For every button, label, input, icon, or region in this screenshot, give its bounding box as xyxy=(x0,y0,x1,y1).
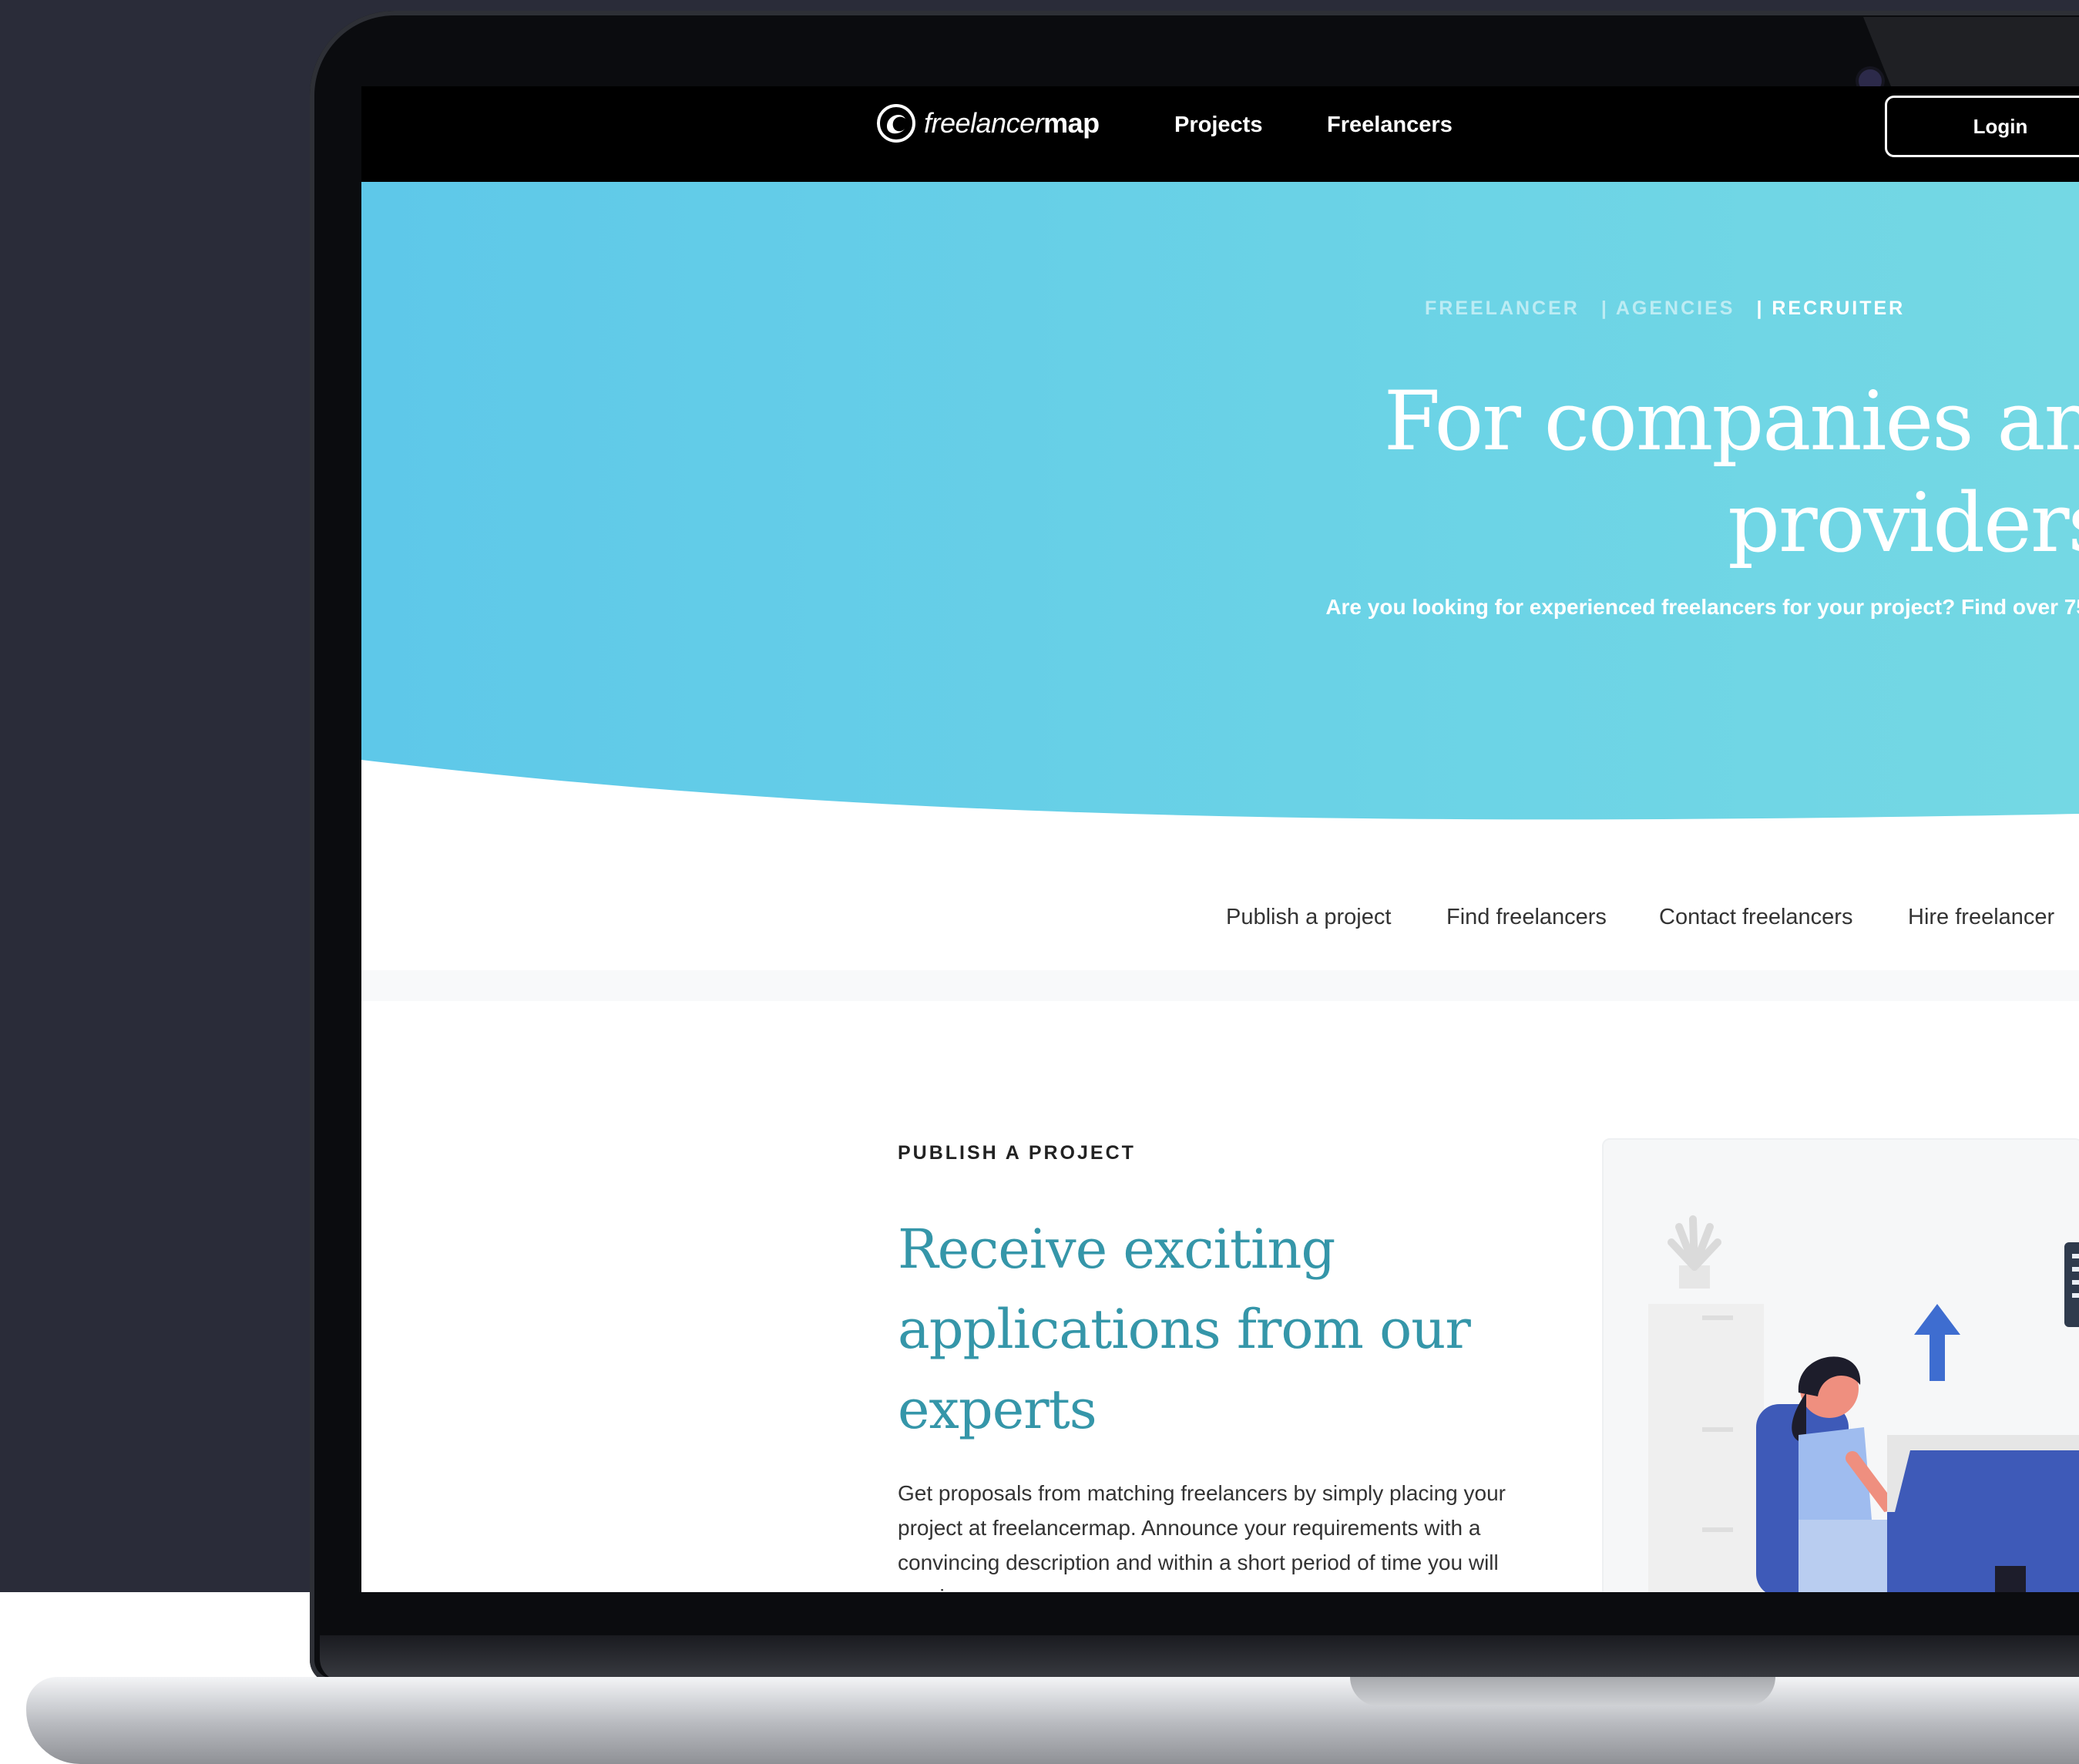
subnav-publish-project[interactable]: Publish a project xyxy=(1226,905,1391,930)
hero-title-line1: For companies and project xyxy=(1383,374,2079,469)
subnav-hire-freelancer[interactable]: Hire freelancer xyxy=(1908,905,2054,930)
hero-subtitle: Are you looking for experienced freelanc… xyxy=(1325,595,2079,619)
tab-agencies[interactable]: | AGENCIES xyxy=(1601,297,1735,319)
tab-recruiter[interactable]: | RECRUITER xyxy=(1756,297,1905,319)
hero-wave xyxy=(361,760,2079,875)
tab-freelancer[interactable]: FREELANCER xyxy=(1425,297,1580,319)
section-label: PUBLISH A PROJECT xyxy=(898,1142,1136,1164)
freelancermap-logo-icon xyxy=(877,104,915,143)
subnav-contact-freelancers[interactable]: Contact freelancers xyxy=(1659,905,1852,930)
hero-banner: FREELANCER | AGENCIES | RECRUITER For comp… xyxy=(361,182,2079,875)
brand-name-light: freelancer xyxy=(924,107,1044,139)
laptop-hinge xyxy=(320,1635,2079,1682)
hero-title: For companies and project providers xyxy=(1070,371,2079,574)
hero-title-line2: providers xyxy=(1728,475,2079,570)
subnav-find-freelancers[interactable]: Find freelancers xyxy=(1446,905,1607,930)
lid-corner xyxy=(1863,17,2079,86)
laptop-base-notch xyxy=(1350,1677,1775,1706)
brand-logo[interactable]: freelancermap xyxy=(876,100,1100,146)
audience-tabs: FREELANCER | AGENCIES | RECRUITER xyxy=(1425,297,1905,320)
nav-freelancers-link[interactable]: Freelancers xyxy=(1327,113,1453,138)
section-subnav: Publish a project Find freelancers Conta… xyxy=(361,866,2079,1001)
freelancer-working-illustration xyxy=(1648,1215,2079,1592)
section-body: Get proposals from matching freelancers … xyxy=(898,1481,1506,1592)
section-title: Receive exciting applications from our e… xyxy=(898,1218,1471,1441)
brand-name-bold: map xyxy=(1043,107,1100,139)
brand-name: freelancermap xyxy=(924,107,1100,139)
top-navbar: freelancermap Projects Freelancers Login xyxy=(361,86,2079,182)
laptop-screen: freelancermap Projects Freelancers Login… xyxy=(361,86,2079,1592)
nav-projects-link[interactable]: Projects xyxy=(1174,113,1262,138)
login-button[interactable]: Login xyxy=(1885,96,2079,157)
